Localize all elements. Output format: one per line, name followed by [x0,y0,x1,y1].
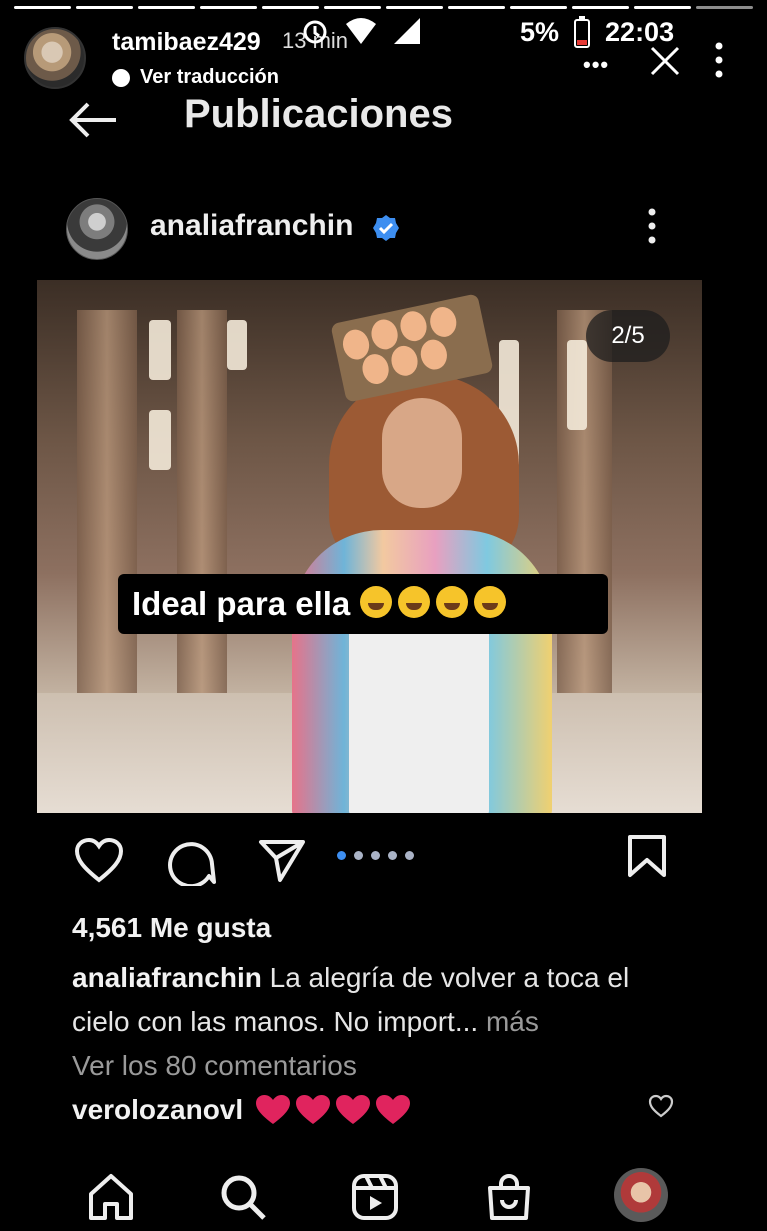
egg [368,317,401,352]
story-more-icon[interactable]: ••• [583,52,609,78]
carousel-dot [405,851,414,860]
page-title: Publicaciones [184,92,453,136]
background-light [567,340,587,430]
post-options-icon[interactable] [645,206,659,246]
background-light [149,320,171,380]
translate-button[interactable]: Ver traducción [112,66,279,89]
story-progress-segment [386,6,443,9]
comment-hearts [255,1094,411,1126]
comment-icon[interactable] [166,838,216,886]
view-comments-link[interactable]: Ver los 80 comentarios [72,1050,357,1082]
reels-icon[interactable] [350,1172,400,1222]
carousel-dot [354,851,363,860]
story-progress-segment [696,6,753,9]
story-progress-segment [572,6,629,9]
verified-icon [373,215,399,241]
story-avatar[interactable] [24,27,86,89]
person-face [382,398,462,508]
bookmark-icon[interactable] [626,834,668,878]
story-username[interactable]: tamibaez429 [112,28,261,57]
story-kebab-icon[interactable] [712,40,726,80]
post-avatar[interactable] [66,198,128,260]
profile-avatar[interactable] [614,1168,668,1222]
laughing-emoji-icon [474,585,507,618]
battery-percent: 5% [520,16,560,47]
story-progress-segment [510,6,567,9]
egg [359,351,392,387]
signal-icon [394,18,420,44]
post-image[interactable]: Ideal para ella 2/5 [37,280,702,813]
background-light [227,320,247,370]
red-heart-icon [336,1095,371,1124]
story-progress-segment [76,6,133,9]
comment-like-icon[interactable] [648,1094,674,1118]
post-username[interactable]: analiafranchin [150,209,353,243]
story-progress-segment [634,6,691,9]
caption-username[interactable]: analiafranchin [72,962,262,993]
bottom-nav [0,1160,767,1230]
laughing-emoji-icon [398,585,431,618]
wifi-icon [346,18,376,44]
share-icon[interactable] [258,838,306,884]
status-icons [300,16,422,46]
back-arrow-icon[interactable] [66,100,118,140]
likes-count[interactable]: 4,561 Me gusta [72,912,271,944]
image-caption-text: Ideal para ella [132,585,351,622]
post-caption: analiafranchin La alegría de volver a to… [72,956,692,1044]
slide-counter: 2/5 [586,310,670,362]
egg [427,304,460,340]
translate-label: Ver traducción [140,66,279,88]
search-icon[interactable] [218,1172,268,1222]
story-progress-segment [138,6,195,9]
home-icon[interactable] [86,1172,136,1222]
background-light [149,410,171,470]
story-progress-segment [200,6,257,9]
comment-row: verolozanovl [72,1094,411,1126]
laughing-emoji-icon [436,585,469,618]
apron [349,615,489,813]
red-heart-icon [376,1095,411,1124]
clock: 22:03 [605,16,675,47]
translate-icon [112,68,130,87]
close-icon[interactable] [648,44,682,78]
carousel-dot [371,851,380,860]
like-icon[interactable] [74,838,124,884]
carousel-dot [337,851,346,860]
red-heart-icon [296,1095,331,1124]
battery-icon [574,16,591,48]
caption-more-link[interactable]: más [478,1006,539,1037]
story-progress-segment [14,6,71,9]
background-pillar [77,310,137,733]
shop-icon[interactable] [484,1172,534,1222]
background-pillar [177,310,227,733]
story-progress [14,6,753,9]
story-progress-segment [448,6,505,9]
egg [388,343,421,379]
egg [418,337,450,372]
laughing-emoji-icon [360,585,393,618]
red-heart-icon [256,1095,291,1124]
emoji-group [360,585,512,623]
comment-username[interactable]: verolozanovl [72,1094,243,1126]
story-progress-segment [324,6,381,9]
carousel-dot [388,851,397,860]
image-caption-box: Ideal para ella [118,574,608,634]
story-progress-segment [262,6,319,9]
carousel-dots [337,851,414,860]
egg [397,308,430,344]
alarm-icon [303,20,327,44]
